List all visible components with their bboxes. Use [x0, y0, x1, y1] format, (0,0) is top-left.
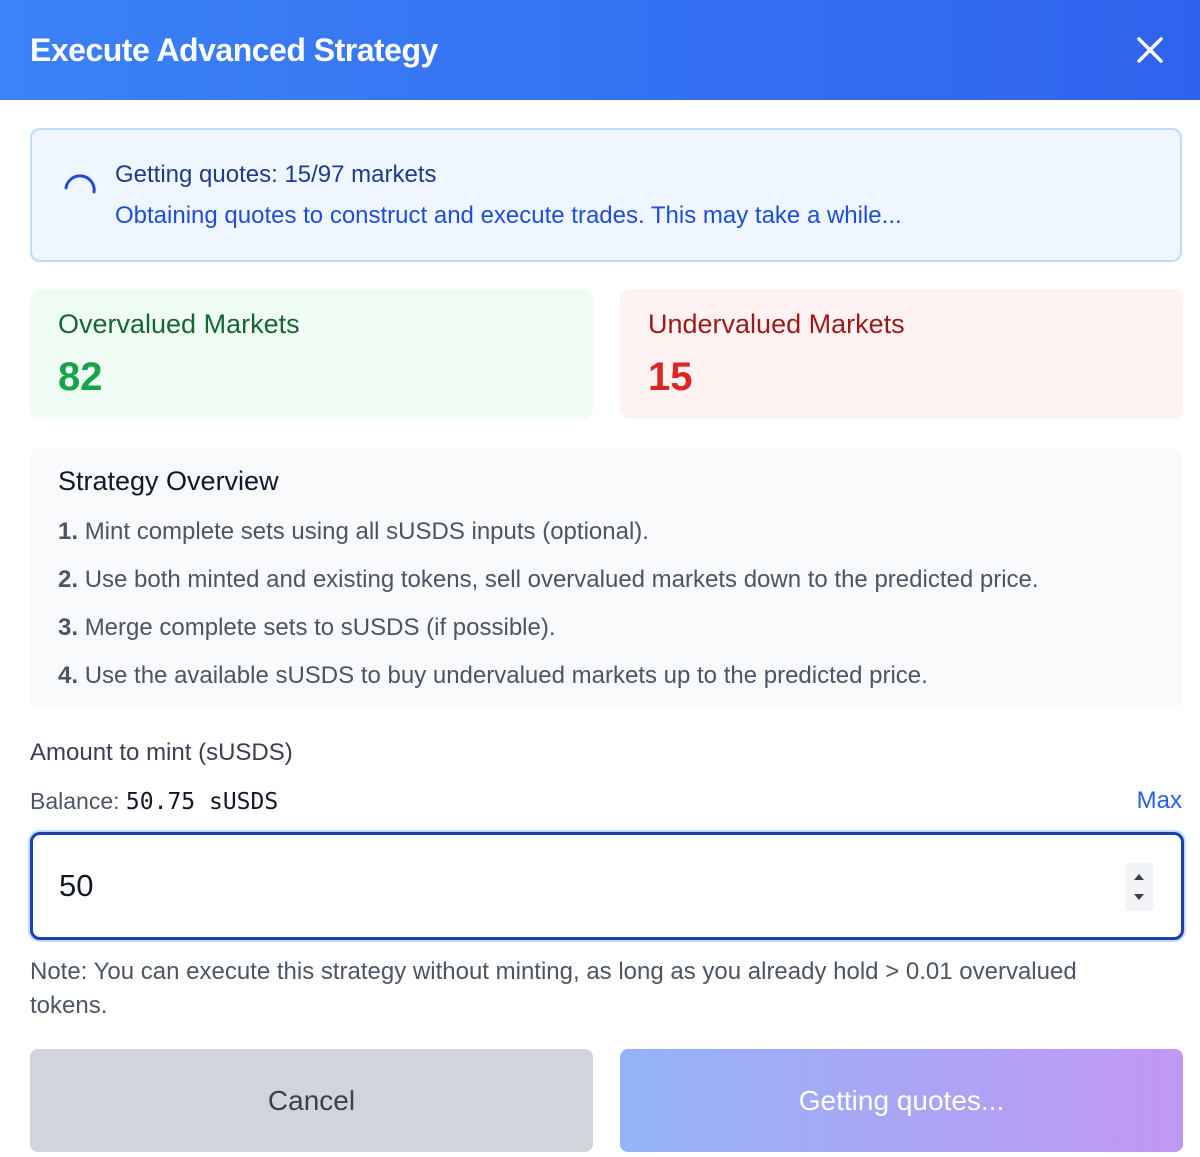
step-number: 1.: [58, 518, 79, 545]
step-text: Merge complete sets to sUSDS (if possibl…: [84, 614, 556, 641]
modal-title: Execute Advanced Strategy: [30, 31, 438, 68]
balance-display: Balance: 50.75 sUSDS: [30, 788, 278, 815]
amount-input-wrapper: [30, 832, 1184, 940]
balance-row: Balance: 50.75 sUSDS Max: [30, 787, 1182, 815]
step-text: Use the available sUSDS to buy undervalu…: [84, 662, 928, 689]
progress-banner: Getting quotes: 15/97 markets Obtaining …: [30, 128, 1182, 262]
close-button[interactable]: [1130, 30, 1170, 70]
strategy-steps: 1. Mint complete sets using all sUSDS in…: [58, 518, 1039, 710]
undervalued-markets-card: Undervalued Markets 15: [620, 289, 1183, 419]
strategy-step: 3. Merge complete sets to sUSDS (if poss…: [58, 614, 1039, 662]
close-icon: [1137, 37, 1163, 63]
balance-label: Balance:: [30, 787, 120, 814]
step-number: 4.: [58, 662, 79, 689]
execute-button[interactable]: Getting quotes...: [620, 1049, 1183, 1152]
progress-message: Obtaining quotes to construct and execut…: [115, 202, 902, 229]
number-stepper[interactable]: [1125, 863, 1153, 911]
chevron-up-icon[interactable]: [1133, 873, 1145, 881]
chevron-down-icon[interactable]: [1133, 893, 1145, 901]
strategy-step: 2. Use both minted and existing tokens, …: [58, 566, 1039, 614]
strategy-step: 1. Mint complete sets using all sUSDS in…: [58, 518, 1039, 566]
overvalued-markets-label: Overvalued Markets: [58, 309, 300, 339]
undervalued-markets-count: 15: [648, 355, 693, 399]
progress-title: Getting quotes: 15/97 markets: [115, 161, 437, 188]
balance-value: 50.75 sUSDS: [125, 788, 279, 815]
max-button[interactable]: Max: [1137, 787, 1182, 815]
spinner-icon: [64, 174, 96, 194]
step-text: Mint complete sets using all sUSDS input…: [84, 518, 649, 545]
overvalued-markets-count: 82: [58, 355, 103, 399]
overvalued-markets-card: Overvalued Markets 82: [30, 289, 593, 419]
step-number: 2.: [58, 566, 79, 593]
undervalued-markets-label: Undervalued Markets: [648, 309, 905, 339]
step-number: 3.: [58, 614, 79, 641]
strategy-overview-title: Strategy Overview: [58, 466, 279, 496]
amount-label: Amount to mint (sUSDS): [30, 739, 293, 766]
minting-note: Note: You can execute this strategy with…: [30, 958, 1077, 1019]
amount-input[interactable]: [59, 857, 1059, 915]
step-text: Use both minted and existing tokens, sel…: [84, 566, 1039, 593]
cancel-button[interactable]: Cancel: [30, 1049, 593, 1152]
strategy-step: 4. Use the available sUSDS to buy underv…: [58, 662, 1039, 710]
modal-header: Execute Advanced Strategy: [0, 0, 1200, 100]
strategy-overview: Strategy Overview 1. Mint complete sets …: [30, 448, 1182, 708]
